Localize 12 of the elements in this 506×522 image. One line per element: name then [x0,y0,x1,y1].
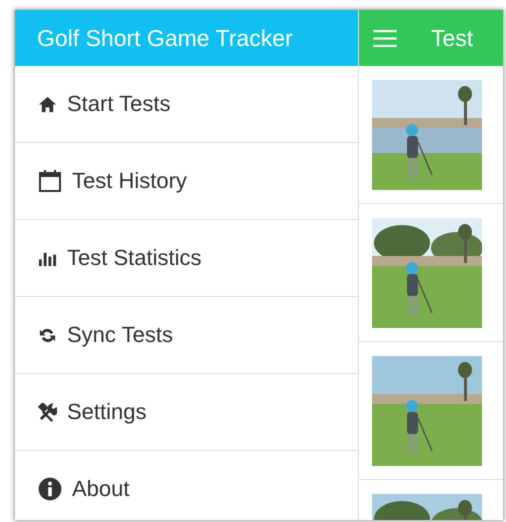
menu-item[interactable]: About [15,451,358,520]
menu-item[interactable]: Test History [15,143,358,220]
menu-item[interactable]: Sync Tests [15,297,358,374]
tools-icon [38,402,57,422]
app-title: Golf Short Game Tracker [37,24,293,52]
calendar-icon [38,169,62,193]
menu-item[interactable]: Test Statistics [15,220,358,297]
home-icon [38,94,57,114]
menu-item[interactable]: Start Tests [15,66,358,143]
info-icon [38,477,62,501]
page-title: Test [431,24,474,52]
menu-item[interactable]: Settings [15,374,358,451]
